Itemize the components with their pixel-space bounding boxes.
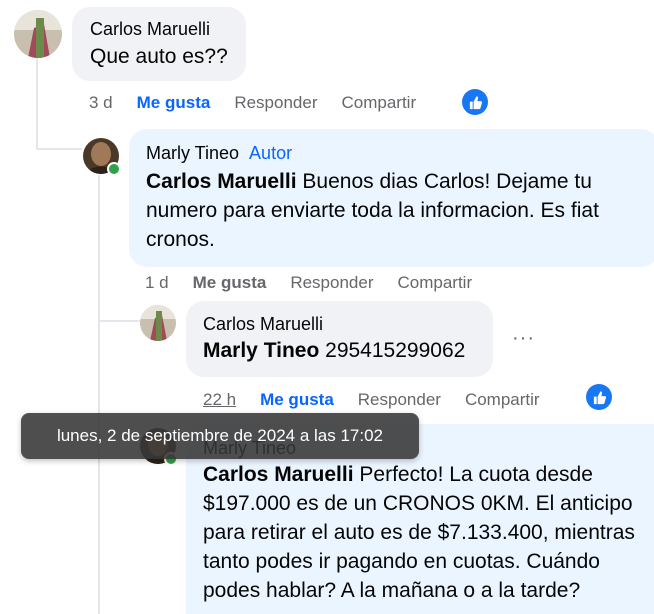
- thumbs-up-icon[interactable]: [586, 384, 612, 410]
- share-button[interactable]: Compartir: [465, 390, 540, 410]
- comment-text-line: para retirar el auto es de $7.133.400, m…: [203, 521, 635, 544]
- reply-button[interactable]: Responder: [234, 93, 317, 113]
- comment-text: Carlos Maruelli Perfecto! La cuota desde…: [203, 460, 654, 605]
- avatar-image: [140, 305, 176, 341]
- share-button[interactable]: Compartir: [342, 93, 417, 113]
- comment-actions: 3 d Me gusta Responder Compartir: [89, 93, 440, 113]
- thumbs-up-glyph: [469, 95, 482, 109]
- comment-text-line: Buenos dias Carlos! Dejame tu: [296, 170, 592, 193]
- comment-text-line: $197.000 es de un CRONOS 0KM. El anticip…: [203, 492, 633, 515]
- comment-thread: Carlos Maruelli Que auto es?? 3 d Me gus…: [0, 0, 654, 614]
- author-badge: Autor: [249, 143, 293, 163]
- comment-bubble: Carlos Maruelli Que auto es??: [72, 7, 246, 81]
- comment-text-line: podes hablar? A la mañana o a la tarde?: [203, 579, 581, 602]
- avatar[interactable]: [14, 10, 62, 58]
- comment-text: Que auto es??: [90, 45, 228, 68]
- mention-link[interactable]: Marly Tineo: [203, 339, 319, 362]
- comment-timestamp[interactable]: 1 d: [145, 273, 169, 293]
- comment-timestamp[interactable]: 3 d: [89, 93, 113, 113]
- thumbs-up-icon[interactable]: [462, 89, 488, 115]
- thread-line: [98, 175, 100, 614]
- comment-author[interactable]: Marly Tineo: [146, 143, 239, 163]
- thread-line: [36, 58, 38, 150]
- comment-text-line: cronos.: [146, 228, 215, 251]
- comment-actions: 22 h Me gusta Responder Compartir: [203, 390, 564, 410]
- comment-bubble: Marly Tineo Autor Carlos Maruelli Buenos …: [129, 129, 654, 267]
- comment-text: Carlos Maruelli Buenos dias Carlos! Deja…: [146, 167, 654, 254]
- comment-bubble: Carlos Maruelli Marly Tineo 295415299062: [186, 301, 493, 377]
- thread-line: [98, 320, 140, 322]
- like-button[interactable]: Me gusta: [137, 93, 211, 113]
- reply-button[interactable]: Responder: [290, 273, 373, 293]
- comment-text-line: tanto podes ir pagando en cuotas. Cuándo: [203, 550, 600, 573]
- thread-line: [36, 148, 82, 150]
- online-status-icon: [107, 162, 121, 176]
- comment-header: Marly Tineo Autor: [146, 143, 654, 164]
- more-options-icon[interactable]: ···: [512, 327, 535, 350]
- share-button[interactable]: Compartir: [398, 273, 473, 293]
- comment-text: Marly Tineo 295415299062: [203, 336, 493, 365]
- comment-text-line: Perfecto! La cuota desde: [353, 463, 593, 486]
- avatar[interactable]: [140, 305, 176, 341]
- comment-author[interactable]: Carlos Maruelli: [203, 314, 493, 335]
- avatar-image: [14, 10, 62, 58]
- timestamp-tooltip: lunes, 2 de septiembre de 2024 a las 17:…: [21, 413, 419, 459]
- comment-text-line: 295415299062: [319, 339, 466, 362]
- comment-actions: 1 d Me gusta Responder Compartir: [145, 273, 496, 293]
- thumbs-up-glyph: [593, 390, 606, 404]
- mention-link[interactable]: Carlos Maruelli: [146, 170, 297, 193]
- mention-link[interactable]: Carlos Maruelli: [203, 463, 354, 486]
- like-button[interactable]: Me gusta: [260, 390, 334, 410]
- comment-timestamp[interactable]: 22 h: [203, 390, 236, 410]
- comment-author[interactable]: Carlos Maruelli: [90, 19, 246, 40]
- reply-button[interactable]: Responder: [358, 390, 441, 410]
- comment-text-line: numero para enviarte toda la informacion…: [146, 199, 599, 222]
- like-button[interactable]: Me gusta: [193, 273, 267, 293]
